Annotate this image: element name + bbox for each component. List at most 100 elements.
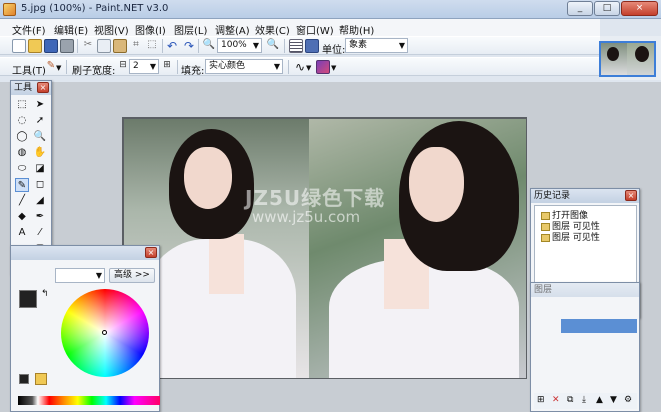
color-mode-combo[interactable]: ▼: [55, 268, 105, 283]
close-button[interactable]: ×: [621, 1, 658, 16]
clone-stamp-tool-icon[interactable]: ◆: [15, 210, 29, 224]
redo-icon[interactable]: ↷: [182, 39, 196, 53]
blend-mode-icon[interactable]: [316, 60, 330, 74]
toolbar-separator: [198, 39, 199, 53]
move-selection-tool-icon[interactable]: ➤: [33, 98, 47, 112]
rulers-icon[interactable]: [305, 39, 319, 53]
pencil-tool-icon[interactable]: ╱: [15, 194, 29, 208]
colors-panel-close-button[interactable]: ×: [145, 247, 157, 258]
new-file-icon[interactable]: [12, 39, 26, 53]
layers-controls: ⊞ ✕ ⧉ ⤓ ▲ ▼ ⚙: [534, 393, 637, 409]
lasso-select-tool-icon[interactable]: ◌: [15, 114, 29, 128]
colors-panel-header[interactable]: [11, 246, 159, 260]
deselect-icon[interactable]: ⬚: [145, 39, 159, 53]
layer-row-selected[interactable]: [561, 319, 637, 333]
color-wheel[interactable]: [61, 289, 149, 377]
maximize-button[interactable]: □: [594, 1, 620, 16]
zoom-value: 100%: [221, 40, 247, 50]
toolbar-separator: [77, 39, 78, 53]
grid-icon[interactable]: [289, 39, 303, 53]
reset-colors-icon[interactable]: [19, 374, 29, 384]
more-colors-button[interactable]: 高级 >>: [109, 268, 155, 283]
plus-icon[interactable]: ⊞: [160, 60, 174, 74]
zoom-combo[interactable]: 100% ▼: [217, 38, 262, 53]
history-panel-title: 历史记录: [534, 191, 571, 201]
menu-image[interactable]: 图像(I): [135, 22, 166, 37]
move-selected-tool-icon[interactable]: ➚: [33, 114, 47, 128]
pan-tool-icon[interactable]: ✋: [33, 146, 47, 160]
chevron-down-icon[interactable]: ▼: [331, 64, 336, 72]
menu-window[interactable]: 窗口(W): [296, 22, 334, 37]
text-tool-icon[interactable]: A: [15, 226, 29, 240]
primary-color-swatch[interactable]: [19, 290, 37, 308]
menu-adjustments[interactable]: 调整(A): [215, 22, 250, 37]
chevron-down-icon: ▼: [398, 41, 405, 50]
merge-layer-icon[interactable]: ⤓: [582, 395, 586, 405]
title-bar[interactable]: 5.jpg (100%) - Paint.NET v3.0 _ □ ×: [0, 0, 661, 19]
unit-combo[interactable]: 象素 ▼: [345, 38, 408, 53]
history-panel-header[interactable]: 历史记录: [531, 189, 639, 203]
crop-icon[interactable]: ⌗: [129, 39, 143, 53]
photo-right-half: [309, 119, 526, 378]
antialiasing-icon[interactable]: ∿: [293, 60, 307, 74]
line-tool-icon[interactable]: ⁄: [33, 226, 47, 240]
undo-icon[interactable]: ↶: [165, 39, 179, 53]
palette-menu-icon[interactable]: [35, 373, 47, 385]
zoom-out-icon[interactable]: 🔍: [202, 39, 216, 53]
minus-icon[interactable]: ⊟: [116, 60, 130, 74]
duplicate-layer-icon[interactable]: ⧉: [567, 395, 573, 405]
watermark-url: www.jz5u.com: [252, 208, 361, 226]
layers-panel-header[interactable]: 图层: [531, 283, 639, 297]
unit-label: 单位:: [322, 45, 346, 56]
zoom-in-icon[interactable]: 🔍: [266, 39, 280, 53]
paint-bucket-tool-icon[interactable]: ⬭: [15, 162, 29, 176]
menu-effects[interactable]: 效果(C): [255, 22, 290, 37]
zoom-tool-icon[interactable]: 🔍: [33, 130, 47, 144]
layer-properties-icon[interactable]: ⚙: [624, 395, 632, 405]
history-item-label: 图层 可见性: [552, 233, 600, 243]
rectangle-select-tool-icon[interactable]: ⬚: [15, 98, 29, 112]
save-icon[interactable]: [44, 39, 58, 53]
menu-layers[interactable]: 图层(L): [174, 22, 207, 37]
menu-file[interactable]: 文件(F): [12, 22, 46, 37]
chevron-down-icon: ▼: [95, 271, 102, 280]
tools-panel-title: 工具: [14, 83, 33, 93]
image-canvas[interactable]: [124, 119, 526, 378]
move-layer-up-icon[interactable]: ▲: [596, 395, 603, 405]
history-item[interactable]: 图层 可见性: [541, 230, 600, 243]
cut-icon[interactable]: ✂: [81, 39, 95, 53]
menu-view[interactable]: 视图(V): [94, 22, 129, 37]
menu-help[interactable]: 帮助(H): [339, 22, 374, 37]
chevron-down-icon[interactable]: ▼: [306, 64, 311, 72]
chevron-down-icon[interactable]: ▼: [56, 64, 61, 72]
recolor-tool-icon[interactable]: ✒: [33, 210, 47, 224]
ellipse-select-tool-icon[interactable]: ◯: [15, 130, 29, 144]
window-title: 5.jpg (100%) - Paint.NET v3.0: [21, 3, 169, 14]
delete-layer-icon[interactable]: ✕: [552, 395, 560, 405]
paintbrush-tool-icon[interactable]: ✎: [15, 178, 29, 192]
copy-icon[interactable]: [97, 39, 111, 53]
minimize-button[interactable]: _: [567, 1, 593, 16]
print-icon[interactable]: [60, 39, 74, 53]
watermark-text: JZ5U绿色下载: [245, 186, 386, 210]
gradient-tool-icon[interactable]: ◪: [33, 162, 47, 176]
fill-combo[interactable]: 实心颜色 ▼: [205, 59, 283, 74]
tools-panel-close-button[interactable]: ×: [37, 82, 49, 93]
fill-value: 实心颜色: [209, 61, 246, 71]
paste-icon[interactable]: [113, 39, 127, 53]
chevron-down-icon: ▼: [149, 62, 156, 71]
open-file-icon[interactable]: [28, 39, 42, 53]
magic-wand-tool-icon[interactable]: ◍: [15, 146, 29, 160]
move-layer-down-icon[interactable]: ▼: [610, 395, 617, 405]
tool-label[interactable]: 工具(T): [12, 62, 46, 77]
add-layer-icon[interactable]: ⊞: [537, 395, 545, 405]
image-thumbnail[interactable]: [599, 41, 656, 77]
color-picker-tool-icon[interactable]: ◢: [33, 194, 47, 208]
menu-edit[interactable]: 编辑(E): [54, 22, 88, 37]
history-panel-close-button[interactable]: ×: [625, 190, 637, 201]
swap-colors-icon[interactable]: ↰: [41, 289, 49, 299]
eraser-tool-icon[interactable]: ◻: [33, 178, 47, 192]
brush-width-input[interactable]: 2 ▼: [129, 59, 159, 74]
color-palette-strip[interactable]: [18, 396, 160, 405]
toolbar-separator: [288, 60, 289, 74]
